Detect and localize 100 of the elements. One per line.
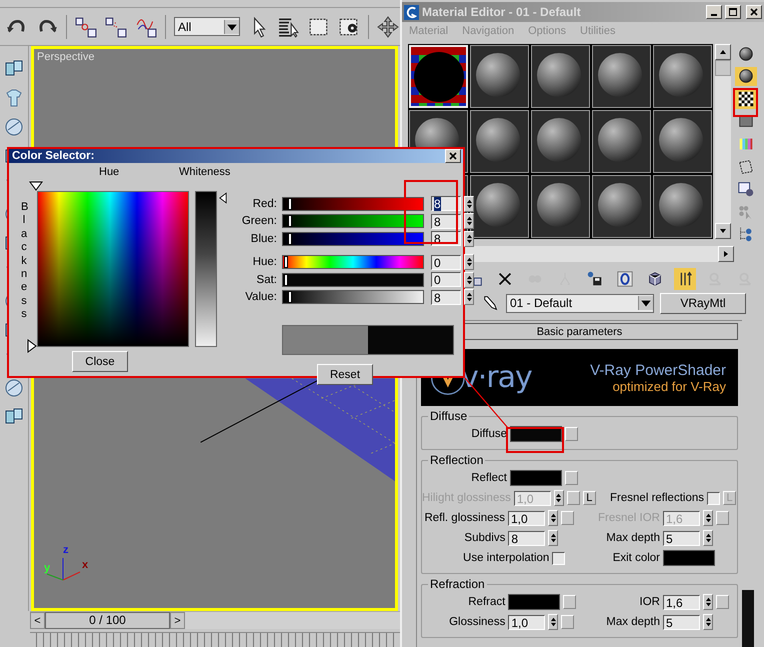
- material-name-dropdown[interactable]: 01 - Default: [506, 294, 654, 312]
- spinner-button[interactable]: [548, 614, 558, 630]
- value-field[interactable]: 1,6: [663, 594, 700, 610]
- value-field[interactable]: 8: [431, 290, 461, 305]
- spinner-button[interactable]: [703, 614, 713, 630]
- move-icon[interactable]: [377, 16, 399, 38]
- spinner-button[interactable]: [464, 196, 474, 212]
- eyedropper-icon[interactable]: [482, 294, 500, 312]
- value-field[interactable]: 0: [431, 272, 461, 288]
- spinner-button[interactable]: [464, 289, 474, 306]
- link-icon[interactable]: [75, 16, 97, 38]
- sample-slot[interactable]: [653, 175, 712, 238]
- slider-thumb[interactable]: [288, 215, 292, 228]
- parameter-label: IOR: [638, 596, 661, 608]
- map-button[interactable]: [563, 595, 576, 609]
- maximize-button[interactable]: [725, 5, 741, 19]
- color-swatch[interactable]: [663, 550, 715, 566]
- value-field[interactable]: 8: [508, 530, 546, 546]
- sample-slot[interactable]: [592, 175, 651, 238]
- sample-slot[interactable]: [653, 45, 712, 108]
- material-type-button[interactable]: VRayMtl: [660, 292, 746, 314]
- gradient-slider[interactable]: [282, 255, 424, 270]
- hue-label: Hue: [99, 166, 120, 178]
- whiteness-marker-icon[interactable]: [219, 192, 227, 204]
- spinner-button[interactable]: [703, 530, 713, 546]
- close-button[interactable]: [445, 149, 461, 163]
- sample-slot[interactable]: [592, 45, 651, 108]
- backlight-tool-icon[interactable]: [735, 66, 757, 86]
- spinner-button[interactable]: [464, 213, 474, 230]
- sample-slot[interactable]: [653, 110, 712, 173]
- reset-button[interactable]: Reset: [317, 364, 373, 385]
- close-button[interactable]: [746, 5, 762, 19]
- gradient-slider[interactable]: [282, 232, 424, 246]
- value-field[interactable]: 8: [431, 214, 461, 229]
- sample-slot[interactable]: [531, 110, 590, 173]
- value-field[interactable]: 5: [663, 530, 700, 546]
- spinner-button[interactable]: [464, 230, 474, 247]
- slider-thumb[interactable]: [284, 274, 288, 286]
- track-bar[interactable]: [30, 632, 400, 647]
- sample-slot[interactable]: [592, 110, 651, 173]
- value-field[interactable]: 1,0: [508, 614, 546, 630]
- scrollbar-thumb[interactable]: [715, 60, 731, 76]
- spinner-button[interactable]: [703, 510, 713, 526]
- sample-slot[interactable]: [531, 175, 590, 238]
- next-frame-button[interactable]: >: [170, 612, 185, 629]
- whiteness-label: Whiteness: [179, 166, 230, 178]
- sample-slot[interactable]: [531, 45, 590, 108]
- spinner-button[interactable]: [548, 530, 558, 546]
- slider-thumb[interactable]: [288, 291, 292, 304]
- blackness-marker-icon[interactable]: [27, 339, 37, 353]
- time-slider-track[interactable]: < 0 / 100 >: [30, 611, 400, 629]
- value-field[interactable]: 5: [663, 614, 700, 630]
- vertical-scrollbar[interactable]: [715, 44, 731, 239]
- parameter-label: Subdivs: [463, 532, 506, 544]
- checker-tool-icon[interactable]: [735, 89, 757, 109]
- caret-icon: [638, 296, 653, 310]
- minimize-button[interactable]: [706, 5, 722, 19]
- up-down-arrows-icon: [466, 256, 472, 268]
- slider-label: Value:: [244, 291, 277, 304]
- value-field[interactable]: 0: [431, 254, 461, 270]
- slider-thumb[interactable]: [288, 198, 292, 210]
- color-swatch[interactable]: [508, 594, 560, 610]
- spinner-button[interactable]: [548, 510, 558, 526]
- slider-label: Sat:: [256, 274, 277, 286]
- previous-frame-button[interactable]: <: [30, 612, 45, 629]
- hue-marker-icon[interactable]: [29, 181, 43, 191]
- gradient-slider[interactable]: [282, 272, 424, 287]
- select-by-name-icon[interactable]: [278, 16, 300, 38]
- unlink-icon[interactable]: [105, 16, 127, 38]
- gradient-slider[interactable]: [282, 196, 424, 211]
- sphere-preview-icon: [476, 118, 520, 162]
- spinner-button[interactable]: [464, 272, 474, 288]
- gradient-slider[interactable]: [282, 290, 424, 304]
- slider-thumb[interactable]: [284, 256, 288, 268]
- selection-filter-dropdown[interactable]: All: [174, 17, 240, 36]
- parameter-label: Refl. glossiness: [423, 512, 506, 524]
- hue-blackness-picker[interactable]: [37, 191, 189, 347]
- ball-icon[interactable]: [3, 116, 25, 138]
- spinner-button[interactable]: [464, 254, 474, 270]
- slider-thumb[interactable]: [288, 232, 292, 245]
- checkbox[interactable]: [552, 552, 566, 564]
- sample-slot[interactable]: [470, 45, 529, 108]
- time-slider-thumb[interactable]: < 0 / 100 >: [30, 612, 185, 629]
- map-button[interactable]: [565, 471, 578, 485]
- whiteness-bar[interactable]: [195, 191, 217, 347]
- spinner-button[interactable]: [554, 490, 564, 506]
- map-button[interactable]: [565, 427, 578, 441]
- blackness-label: Blackness: [21, 201, 27, 322]
- parameter-label: Exit color: [612, 552, 661, 564]
- spinner-button[interactable]: [703, 594, 713, 610]
- result-tool-icon[interactable]: [674, 268, 696, 290]
- up-down-arrows-icon: [466, 198, 472, 210]
- sample-slot[interactable]: [470, 110, 529, 173]
- value-field[interactable]: 1,0: [508, 510, 545, 526]
- gradient-slider[interactable]: [282, 214, 424, 228]
- checkbox[interactable]: [707, 492, 720, 504]
- sample-slot[interactable]: [470, 175, 529, 238]
- value-field[interactable]: 8: [431, 196, 461, 212]
- close-dialog-button[interactable]: Close: [72, 351, 128, 372]
- color-swatch[interactable]: [510, 470, 562, 486]
